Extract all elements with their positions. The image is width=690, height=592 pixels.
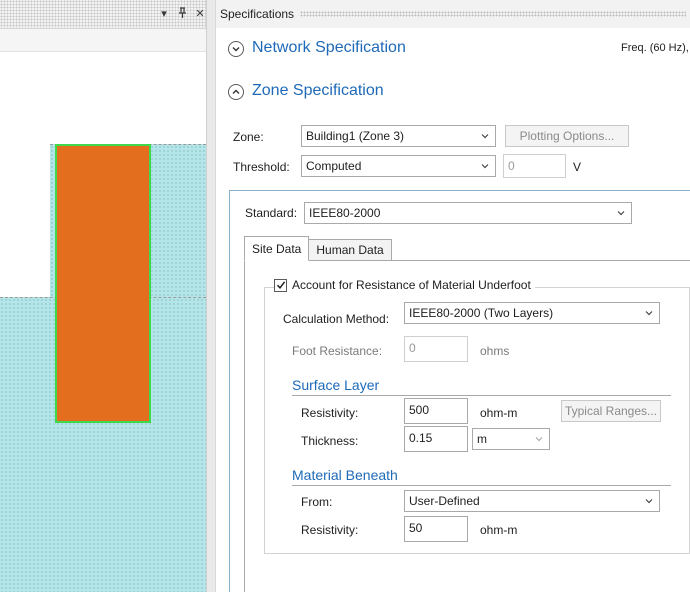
surface-layer-title: Surface Layer — [292, 377, 380, 393]
checkmark-icon — [276, 281, 285, 289]
account-resistance-label: Account for Resistance of Material Under… — [292, 278, 531, 292]
chevron-down-icon — [645, 311, 653, 316]
chevron-down-icon — [481, 134, 489, 139]
zone-select-value: Building1 (Zone 3) — [306, 129, 405, 143]
tab-site-data[interactable]: Site Data — [244, 236, 310, 261]
threshold-label: Threshold: — [233, 160, 290, 174]
standard-select[interactable]: IEEE80-2000 — [304, 202, 632, 224]
header-grip — [300, 11, 686, 17]
calculation-method-value: IEEE80-2000 (Two Layers) — [409, 306, 554, 320]
zone-expand-toggle[interactable] — [228, 84, 244, 100]
chevron-up-icon — [232, 89, 240, 94]
foot-resistance-label: Foot Resistance: — [292, 344, 383, 358]
threshold-select-value: Computed — [306, 159, 362, 173]
from-select[interactable]: User-Defined — [404, 490, 660, 512]
beneath-resistivity-label: Resistivity: — [301, 523, 359, 537]
surface-resistivity-unit: ohm-m — [480, 406, 518, 420]
specifications-header: Specifications — [216, 0, 690, 28]
chevron-down-icon — [535, 437, 543, 442]
standard-label: Standard: — [245, 206, 298, 220]
foot-resistance-unit: ohms — [480, 344, 510, 358]
frequency-label: Freq. (60 Hz), — [621, 42, 689, 54]
account-resistance-checkbox-row[interactable]: Account for Resistance of Material Under… — [274, 278, 535, 292]
threshold-unit: V — [573, 160, 582, 174]
chevron-down-icon — [232, 47, 240, 52]
pane-dropdown-icon[interactable]: ▾ — [158, 5, 170, 21]
close-icon[interactable]: ✕ — [194, 5, 206, 21]
material-beneath-rule — [292, 485, 671, 486]
drawing-canvas[interactable] — [0, 52, 206, 592]
specifications-pane: Specifications Network Specification Fre… — [216, 0, 690, 592]
from-label: From: — [301, 495, 333, 509]
thickness-unit-select[interactable]: m — [472, 428, 550, 450]
network-specification-title[interactable]: Network Specification — [252, 39, 406, 57]
foot-resistance-input[interactable]: 0 — [404, 336, 468, 362]
panel-title: Specifications — [216, 7, 301, 21]
account-resistance-checkbox[interactable] — [274, 278, 287, 292]
chevron-down-icon — [617, 211, 625, 216]
thickness-unit-value: m — [477, 432, 487, 446]
calculation-method-label: Calculation Method: — [283, 312, 390, 326]
standard-select-value: IEEE80-2000 — [309, 206, 381, 220]
calculation-method-select[interactable]: IEEE80-2000 (Two Layers) — [404, 302, 660, 324]
chevron-down-icon — [481, 164, 489, 169]
surface-resistivity-input[interactable]: 500 — [404, 398, 468, 424]
zone-specification-title[interactable]: Zone Specification — [252, 82, 384, 100]
beneath-resistivity-input[interactable]: 50 — [404, 516, 468, 542]
surface-resistivity-label: Resistivity: — [301, 406, 359, 420]
from-select-value: User-Defined — [409, 494, 480, 508]
material-beneath-title: Material Beneath — [292, 467, 398, 483]
drawing-pane-header: ▾ ✕ — [0, 0, 210, 28]
thickness-label: Thickness: — [301, 434, 359, 448]
zone-select[interactable]: Building1 (Zone 3) — [301, 125, 496, 147]
building-zone[interactable] — [55, 144, 151, 423]
chevron-down-icon — [645, 499, 653, 504]
thickness-input[interactable]: 0.15 — [404, 426, 468, 452]
threshold-input[interactable]: 0 — [503, 154, 566, 178]
plotting-options-button[interactable]: Plotting Options... — [505, 125, 629, 147]
pane-splitter[interactable] — [206, 0, 216, 592]
network-expand-toggle[interactable] — [228, 41, 244, 57]
typical-ranges-button[interactable]: Typical Ranges... — [561, 400, 661, 422]
threshold-select[interactable]: Computed — [301, 155, 496, 177]
surface-layer-rule — [292, 395, 671, 396]
pin-icon[interactable] — [176, 5, 188, 21]
zone-label: Zone: — [233, 130, 264, 144]
drawing-pane: ▾ ✕ — [0, 0, 210, 592]
drawing-toolbar — [0, 29, 206, 52]
beneath-resistivity-unit: ohm-m — [480, 523, 518, 537]
tab-human-data[interactable]: Human Data — [308, 239, 392, 261]
tab-strip: Site Data Human Data — [244, 236, 392, 261]
